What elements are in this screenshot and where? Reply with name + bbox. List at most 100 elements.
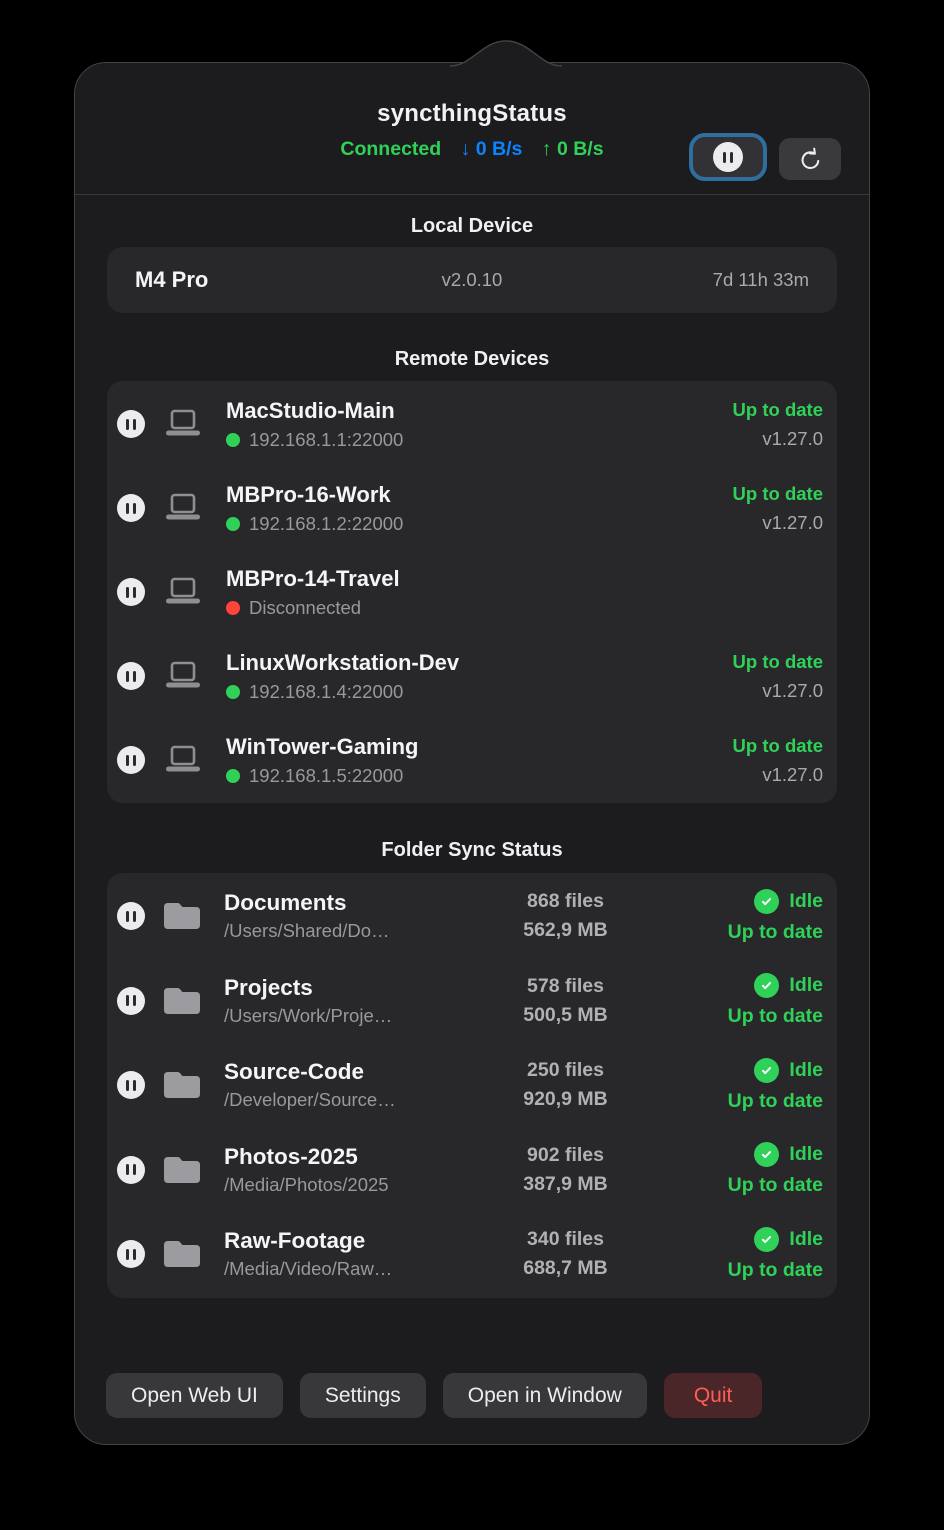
device-row: WinTower-Gaming 192.168.1.5:22000 Up to … <box>107 718 837 802</box>
check-circle-icon <box>754 1227 779 1252</box>
folder-path: /Users/Work/Proje… <box>224 1005 478 1027</box>
folder-sync-status: Up to date <box>653 1005 823 1028</box>
folder-state: Idle <box>789 890 823 913</box>
device-version: v1.27.0 <box>703 680 823 702</box>
folder-icon <box>162 1069 202 1101</box>
online-dot <box>226 433 240 447</box>
folder-name: Photos-2025 <box>224 1144 478 1170</box>
folder-size: 688,7 MB <box>478 1257 653 1280</box>
laptop-icon <box>162 660 204 692</box>
pause-device-button[interactable] <box>117 662 145 690</box>
folder-sync-status: Up to date <box>653 921 823 944</box>
check-circle-icon <box>754 973 779 998</box>
device-name: MacStudio-Main <box>226 398 703 424</box>
device-name: LinuxWorkstation-Dev <box>226 650 703 676</box>
quit-button[interactable]: Quit <box>664 1373 763 1418</box>
pause-folder-button[interactable] <box>117 987 145 1015</box>
laptop-icon <box>162 744 204 776</box>
device-row: LinuxWorkstation-Dev 192.168.1.4:22000 U… <box>107 634 837 718</box>
device-address: 192.168.1.5:22000 <box>249 765 403 787</box>
pause-device-button[interactable] <box>117 746 145 774</box>
folder-size: 387,9 MB <box>478 1173 653 1196</box>
local-device-section-title: Local Device <box>75 215 869 238</box>
device-name: MBPro-14-Travel <box>226 566 703 592</box>
online-dot <box>226 769 240 783</box>
device-version: v1.27.0 <box>703 512 823 534</box>
device-sync-status: Up to date <box>703 735 823 757</box>
remote-devices-card: MacStudio-Main 192.168.1.1:22000 Up to d… <box>107 381 837 803</box>
folder-name: Source-Code <box>224 1059 478 1085</box>
device-version: v1.27.0 <box>703 764 823 786</box>
local-device-card: M4 Pro v2.0.10 7d 11h 33m <box>107 247 837 313</box>
folder-size: 920,9 MB <box>478 1088 653 1111</box>
folder-state: Idle <box>789 1059 823 1082</box>
folder-sync-status: Up to date <box>653 1259 823 1282</box>
device-sync-status: Up to date <box>703 483 823 505</box>
folder-file-count: 250 files <box>478 1059 653 1082</box>
device-row: MacStudio-Main 192.168.1.1:22000 Up to d… <box>107 382 837 466</box>
pause-icon <box>713 142 743 172</box>
device-row: MBPro-14-Travel Disconnected <box>107 550 837 634</box>
check-circle-icon <box>754 1142 779 1167</box>
local-device-name: M4 Pro <box>135 267 208 293</box>
folder-size: 500,5 MB <box>478 1004 653 1027</box>
device-address: 192.168.1.1:22000 <box>249 429 403 451</box>
device-version: v1.27.0 <box>703 428 823 450</box>
folder-row: Projects /Users/Work/Proje… 578 files 50… <box>107 959 837 1044</box>
pause-device-button[interactable] <box>117 410 145 438</box>
device-name: WinTower-Gaming <box>226 734 703 760</box>
popover-header: syncthingStatus Connected ↓ 0 B/s ↑ 0 B/… <box>75 63 869 195</box>
pause-device-button[interactable] <box>117 494 145 522</box>
folder-size: 562,9 MB <box>478 919 653 942</box>
pause-folder-button[interactable] <box>117 1071 145 1099</box>
device-address: Disconnected <box>249 597 361 619</box>
laptop-icon <box>162 408 204 440</box>
pause-folder-button[interactable] <box>117 1156 145 1184</box>
refresh-button[interactable] <box>779 138 841 180</box>
device-row: MBPro-16-Work 192.168.1.2:22000 Up to da… <box>107 466 837 550</box>
folder-file-count: 868 files <box>478 890 653 913</box>
device-sync-status: Up to date <box>703 651 823 673</box>
folders-section-title: Folder Sync Status <box>75 839 869 862</box>
device-address: 192.168.1.4:22000 <box>249 681 403 703</box>
folder-icon <box>162 985 202 1017</box>
remote-devices-section-title: Remote Devices <box>75 348 869 371</box>
device-name: MBPro-16-Work <box>226 482 703 508</box>
pause-all-button[interactable] <box>689 133 767 181</box>
folder-path: /Media/Photos/2025 <box>224 1174 478 1196</box>
folders-card: Documents /Users/Shared/Do… 868 files 56… <box>107 873 837 1298</box>
settings-button[interactable]: Settings <box>300 1373 426 1418</box>
folder-row: Photos-2025 /Media/Photos/2025 902 files… <box>107 1128 837 1213</box>
laptop-icon <box>162 492 204 524</box>
folder-icon <box>162 900 202 932</box>
folder-name: Raw-Footage <box>224 1228 478 1254</box>
footer-actions: Open Web UI Settings Open in Window Quit <box>106 1373 762 1418</box>
laptop-icon <box>162 576 204 608</box>
open-web-ui-button[interactable]: Open Web UI <box>106 1373 283 1418</box>
syncthing-status-popover: syncthingStatus Connected ↓ 0 B/s ↑ 0 B/… <box>74 62 870 1445</box>
check-circle-icon <box>754 1058 779 1083</box>
folder-icon <box>162 1154 202 1186</box>
folder-sync-status: Up to date <box>653 1174 823 1197</box>
pause-folder-button[interactable] <box>117 902 145 930</box>
folder-path: /Media/Video/Raw… <box>224 1258 478 1280</box>
device-address: 192.168.1.2:22000 <box>249 513 403 535</box>
offline-dot <box>226 601 240 615</box>
folder-state: Idle <box>789 974 823 997</box>
folder-file-count: 902 files <box>478 1144 653 1167</box>
local-device-uptime: 7d 11h 33m <box>713 269 809 291</box>
folder-sync-status: Up to date <box>653 1090 823 1113</box>
online-dot <box>226 517 240 531</box>
folder-file-count: 340 files <box>478 1228 653 1251</box>
folder-state: Idle <box>789 1143 823 1166</box>
device-sync-status: Up to date <box>703 399 823 421</box>
folder-state: Idle <box>789 1228 823 1251</box>
pause-folder-button[interactable] <box>117 1240 145 1268</box>
download-rate: ↓ 0 B/s <box>461 138 523 160</box>
folder-icon <box>162 1238 202 1270</box>
folder-row: Documents /Users/Shared/Do… 868 files 56… <box>107 874 837 959</box>
open-in-window-button[interactable]: Open in Window <box>443 1373 647 1418</box>
pause-device-button[interactable] <box>117 578 145 606</box>
folder-file-count: 578 files <box>478 975 653 998</box>
folder-name: Documents <box>224 890 478 916</box>
